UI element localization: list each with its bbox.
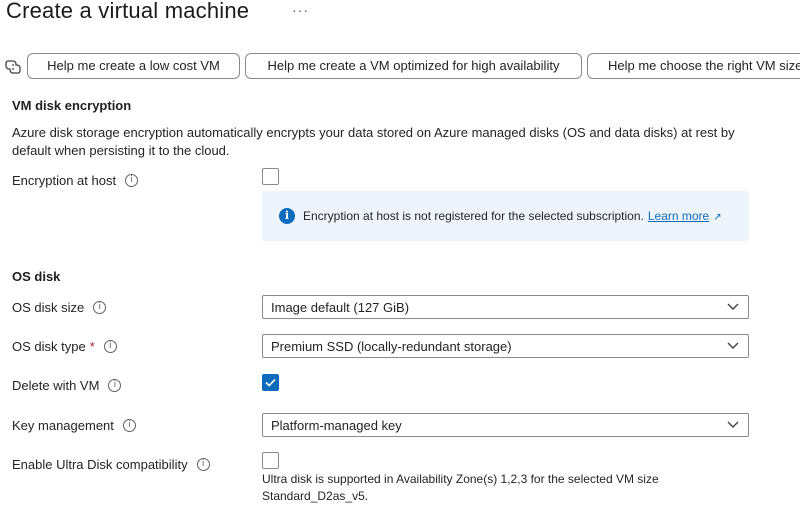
delete-with-vm-checkbox[interactable]	[262, 374, 279, 391]
encryption-section-title: VM disk encryption	[12, 98, 132, 113]
os-disk-type-label: OS disk type * i	[12, 339, 117, 354]
right-vm-size-button[interactable]: Help me choose the right VM size	[587, 53, 800, 79]
encryption-at-host-checkbox[interactable]	[262, 168, 279, 185]
info-icon[interactable]: i	[93, 301, 107, 314]
info-message-text: Encryption at host is not registered for…	[303, 209, 644, 223]
key-management-dropdown[interactable]: Platform-managed key	[262, 413, 749, 437]
external-link-icon: ↗	[713, 212, 722, 223]
key-management-text: Key management	[12, 418, 114, 433]
os-disk-type-dropdown[interactable]: Premium SSD (locally-redundant storage)	[262, 334, 749, 358]
info-icon[interactable]: i	[122, 419, 136, 432]
ultra-disk-checkbox[interactable]	[262, 452, 279, 469]
page-title: Create a virtual machine	[6, 0, 250, 23]
os-disk-section-title: OS disk	[12, 269, 61, 284]
chevron-down-icon	[727, 342, 739, 349]
os-disk-size-text: OS disk size	[12, 300, 85, 315]
encryption-at-host-text: Encryption at host	[12, 173, 117, 188]
info-icon[interactable]: i	[108, 379, 122, 392]
ultra-disk-text: Enable Ultra Disk compatibility	[12, 457, 188, 472]
learn-more-link[interactable]: Learn more	[648, 209, 709, 223]
info-icon[interactable]: i	[196, 458, 210, 471]
key-management-label: Key management i	[12, 418, 136, 433]
info-icon[interactable]: i	[103, 340, 117, 353]
delete-with-vm-label: Delete with VM i	[12, 378, 122, 393]
chevron-down-icon	[727, 303, 739, 310]
ultra-disk-note: Ultra disk is supported in Availability …	[262, 472, 659, 503]
checkmark-icon	[265, 378, 276, 387]
info-message-bar: i Encryption at host is not registered f…	[262, 191, 749, 241]
info-icon[interactable]: i	[125, 174, 139, 187]
low-cost-vm-button[interactable]: Help me create a low cost VM	[27, 53, 240, 79]
ultra-disk-label: Enable Ultra Disk compatibility i	[12, 457, 210, 472]
chevron-down-icon	[727, 421, 739, 428]
more-options-button[interactable]: ···	[292, 2, 309, 18]
required-indicator: *	[89, 339, 95, 354]
copilot-icon[interactable]	[4, 58, 22, 76]
high-availability-vm-button[interactable]: Help me create a VM optimized for high a…	[245, 53, 582, 79]
encryption-at-host-label: Encryption at host i	[12, 173, 139, 188]
os-disk-size-value: Image default (127 GiB)	[271, 300, 410, 315]
encryption-description: Azure disk storage encryption automatica…	[12, 125, 735, 158]
info-message: Encryption at host is not registered for…	[303, 209, 722, 223]
os-disk-type-text: OS disk type	[12, 339, 86, 354]
delete-with-vm-text: Delete with VM	[12, 378, 100, 393]
os-disk-size-label: OS disk size i	[12, 300, 107, 315]
os-disk-size-dropdown[interactable]: Image default (127 GiB)	[262, 295, 749, 319]
os-disk-type-value: Premium SSD (locally-redundant storage)	[271, 339, 512, 354]
key-management-value: Platform-managed key	[271, 418, 402, 433]
info-filled-icon: i	[279, 208, 295, 224]
